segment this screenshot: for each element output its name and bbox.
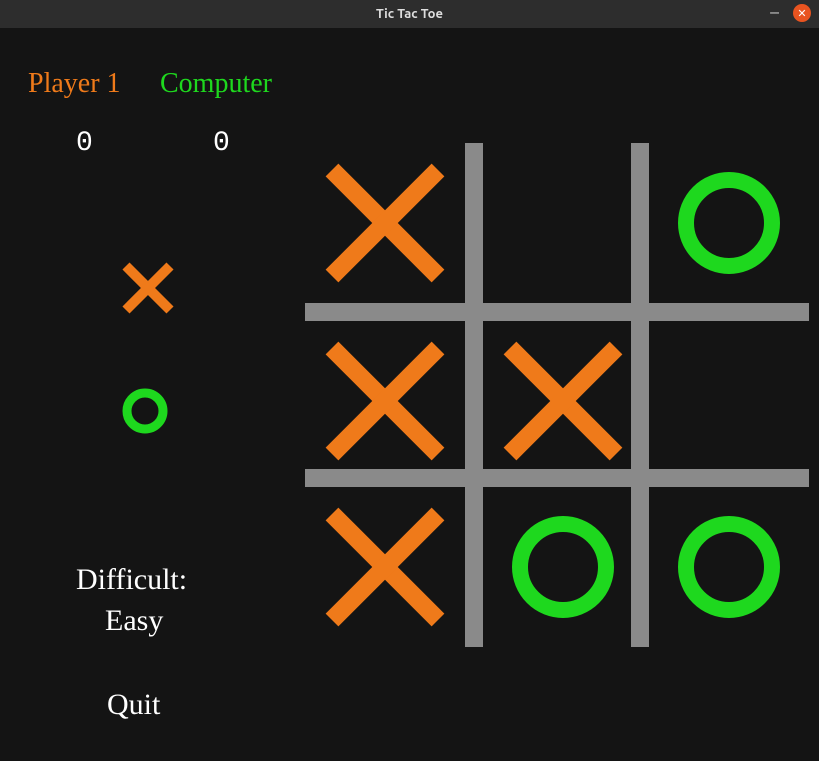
board-cell-2-1[interactable]: [483, 487, 643, 647]
titlebar: Tic Tac Toe – ✕: [0, 0, 819, 28]
o-icon: [120, 386, 170, 436]
board-cell-0-0[interactable]: [305, 143, 465, 303]
grid-line: [305, 303, 809, 321]
difficulty-label: Difficult:: [76, 563, 187, 597]
legend-computer-mark: [120, 386, 170, 441]
computer-score: 0: [213, 128, 230, 159]
player-label: Player 1: [28, 68, 121, 100]
minimize-button[interactable]: –: [770, 4, 779, 22]
grid-line: [465, 143, 483, 647]
board-cell-1-0[interactable]: [305, 321, 465, 481]
o-icon: [674, 512, 784, 622]
game-board: [305, 143, 809, 647]
x-icon: [120, 260, 176, 316]
difficulty-value[interactable]: Easy: [105, 604, 163, 638]
x-icon: [498, 336, 628, 466]
x-icon: [320, 158, 450, 288]
x-icon: [320, 336, 450, 466]
player-score: 0: [76, 128, 93, 159]
computer-label: Computer: [160, 68, 272, 100]
quit-button[interactable]: Quit: [107, 688, 160, 722]
legend-player-mark: [120, 260, 176, 321]
game-area: Player 1 Computer 0 0 Difficult: Easy Qu…: [0, 28, 819, 761]
close-button[interactable]: ✕: [793, 4, 811, 22]
board-cell-0-1[interactable]: [483, 143, 643, 303]
x-icon: [320, 502, 450, 632]
board-cell-2-2[interactable]: [649, 487, 809, 647]
o-icon: [508, 512, 618, 622]
o-icon: [674, 168, 784, 278]
window-controls: – ✕: [770, 4, 811, 22]
board-cell-1-1[interactable]: [483, 321, 643, 481]
board-cell-2-0[interactable]: [305, 487, 465, 647]
board-cell-1-2[interactable]: [649, 321, 809, 481]
board-cell-0-2[interactable]: [649, 143, 809, 303]
window-title: Tic Tac Toe: [0, 7, 819, 21]
